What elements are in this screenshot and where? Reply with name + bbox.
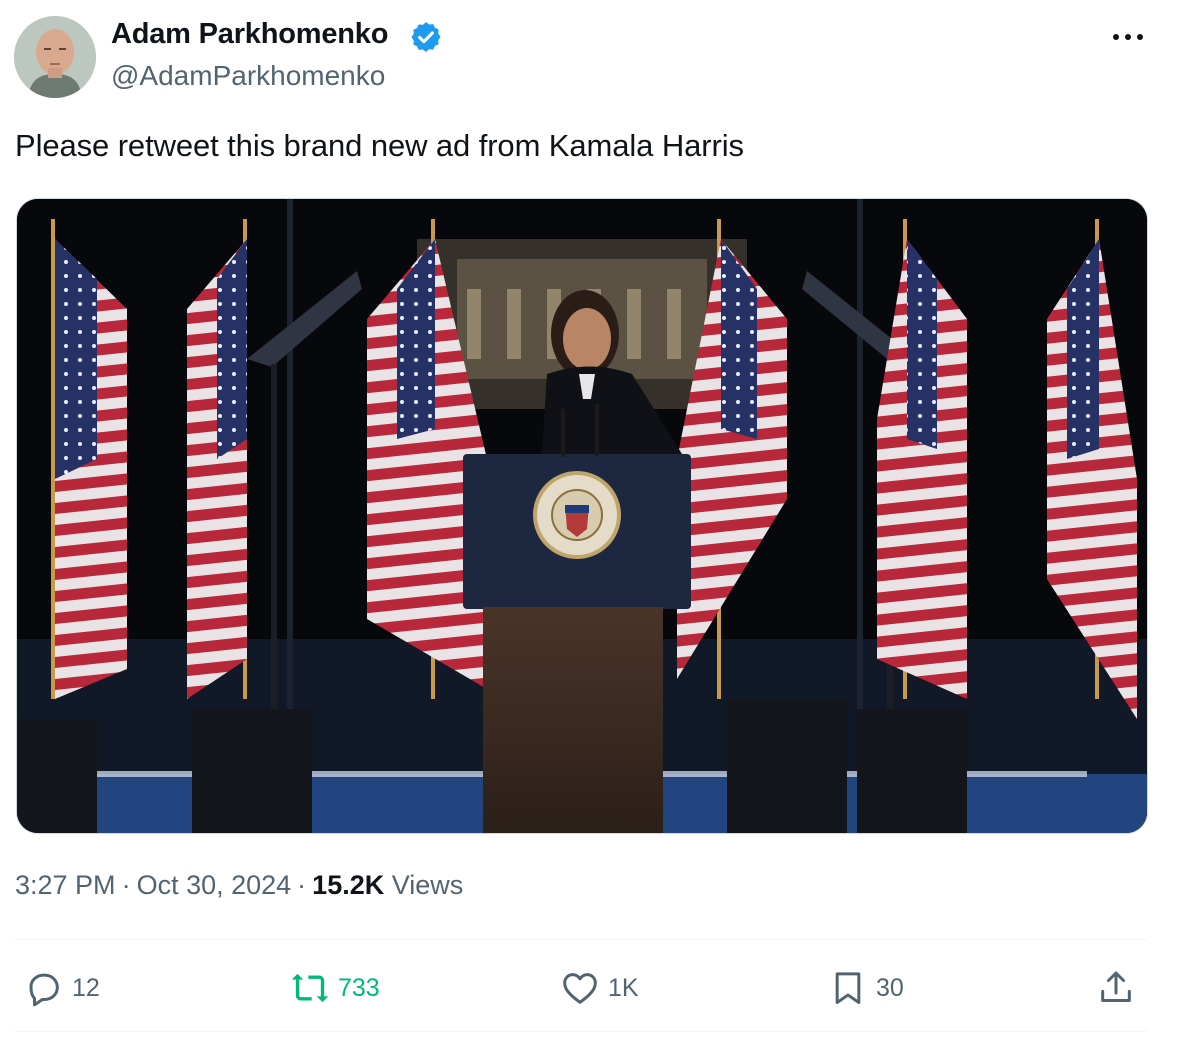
reply-button[interactable]: 12	[24, 966, 100, 1010]
meta-separator: ·	[297, 870, 307, 900]
bookmark-count: 30	[876, 973, 904, 1002]
like-button[interactable]: 1K	[560, 966, 639, 1010]
reply-icon	[29, 973, 59, 1007]
tweet-text: Please retweet this brand new ad from Ka…	[15, 128, 744, 163]
avatar[interactable]	[14, 16, 96, 98]
handle[interactable]: @AdamParkhomenko	[111, 60, 385, 92]
tweet: Adam Parkhomenko @AdamParkhomenko Please…	[0, 0, 1185, 1042]
avatar-image	[14, 16, 96, 98]
like-count: 1K	[608, 973, 639, 1002]
views-label: Views	[391, 870, 464, 900]
video-frame-illustration	[17, 199, 1147, 833]
tweet-meta: 3:27 PM · Oct 30, 2024 · 15.2K Views	[15, 870, 463, 901]
share-icon	[1101, 971, 1131, 1002]
bookmark-button[interactable]: 30	[828, 966, 904, 1010]
repost-icon	[291, 973, 329, 1003]
meta-separator: ·	[121, 870, 131, 900]
verified-badge-icon	[411, 22, 441, 52]
more-options-icon[interactable]	[1110, 24, 1146, 48]
divider	[15, 1031, 1146, 1032]
tweet-media-video[interactable]	[16, 198, 1148, 834]
bookmark-icon	[835, 972, 861, 1004]
like-icon	[563, 973, 597, 1004]
repost-button[interactable]: 733	[290, 966, 380, 1010]
views-count: 15.2K	[312, 870, 385, 900]
share-button[interactable]	[1096, 966, 1136, 1010]
reply-count: 12	[72, 973, 100, 1002]
display-name[interactable]: Adam Parkhomenko	[111, 18, 388, 51]
repost-count: 733	[338, 973, 380, 1002]
divider	[15, 939, 1146, 940]
tweet-time[interactable]: 3:27 PM	[15, 870, 116, 900]
tweet-date[interactable]: Oct 30, 2024	[137, 870, 292, 900]
